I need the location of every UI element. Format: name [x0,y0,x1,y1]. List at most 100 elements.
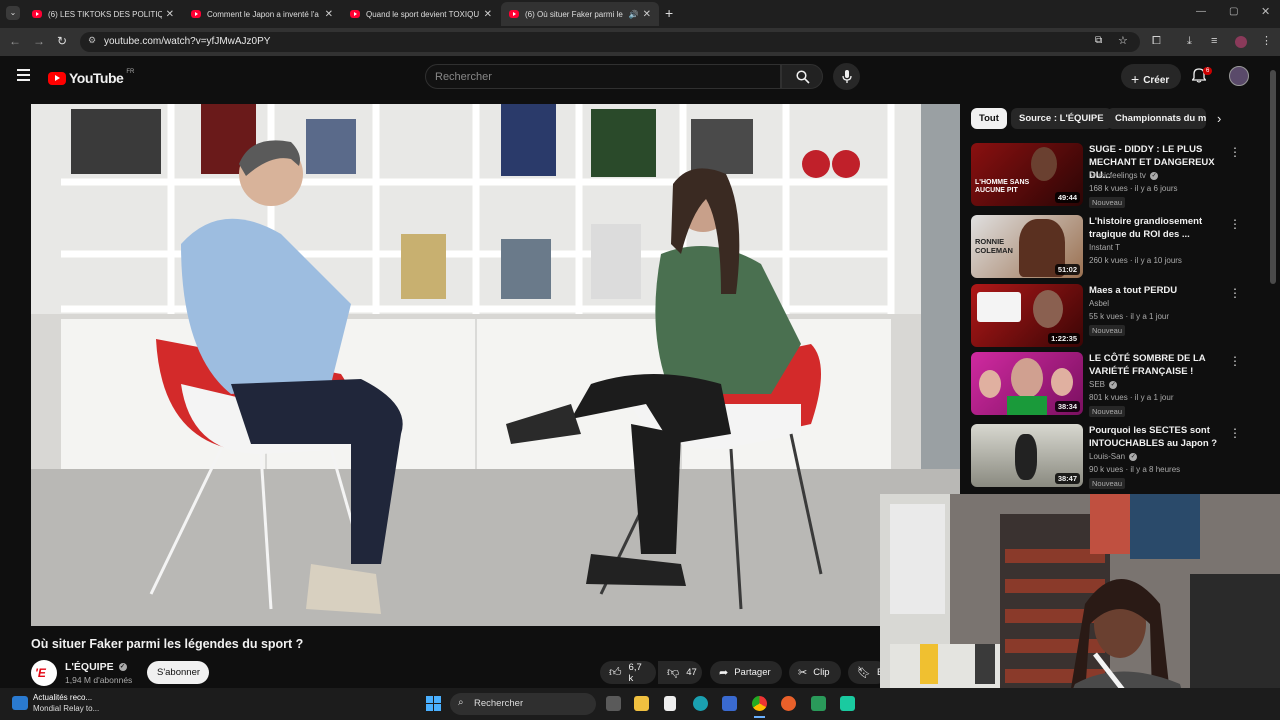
more-options-icon[interactable]: ⋮ [1229,217,1241,231]
thumbnail-shirt [1007,396,1047,415]
country-code: FR [126,69,135,75]
reload-icon[interactable]: ↻ [57,34,67,48]
recommendation-item[interactable]: 38:34 LE CÔTÉ SOMBRE DE LA VARIÉTÉ FRANÇ… [971,352,1251,417]
subscribe-button[interactable]: S'abonner [147,661,209,684]
search-button[interactable] [781,64,823,89]
youtube-favicon-icon [350,10,360,18]
like-button[interactable]: 👍︎ 6,7 k [600,661,656,684]
back-icon[interactable]: ← [9,34,21,48]
task-view-icon[interactable] [606,696,621,711]
close-tab-icon[interactable]: ✕ [325,9,333,20]
edge-icon[interactable] [693,696,708,711]
star-icon[interactable]: ☆ [1118,34,1128,47]
dislike-button[interactable]: 👎︎ 47 [658,661,702,684]
channel-text: Musicfeelings tv [1089,171,1146,180]
chip-source[interactable]: Source : L'ÉQUIPE [1011,108,1112,129]
youtube-logo[interactable]: YouTube FR [48,69,135,86]
youtube-favicon-icon [191,10,201,18]
start-button[interactable] [426,696,441,711]
active-app-indicator [754,716,765,718]
search-input[interactable]: Rechercher [425,64,781,89]
verified-icon: ✓ [118,663,127,672]
tab-3[interactable]: Quand le sport devient TOXIQU ✕ [342,2,500,26]
voice-search-button[interactable] [833,63,860,90]
download-icon[interactable]: ⤓ [1187,35,1192,48]
thumbnail-face [1011,358,1043,398]
reading-list-icon[interactable]: ≡ [1211,35,1217,47]
recommendation-channel: Musicfeelings tv ✓ [1089,171,1159,180]
recommendation-item[interactable]: RONNIE COLEMAN 51:02 L'histoire grandios… [971,215,1251,279]
extensions-icon[interactable]: ⧠ [1152,35,1161,48]
channel-text: SEB [1089,380,1106,389]
tab-title: Comment le Japon a inventé l'a [207,9,319,19]
more-options-icon[interactable]: ⋮ [1229,354,1241,368]
install-icon[interactable]: ⧉ [1095,35,1102,46]
thumbnail-face [1051,368,1073,396]
plus-icon: + [1131,71,1140,87]
new-tab-button[interactable]: + [665,5,673,21]
tab-1[interactable]: (6) LES TIKTOKS DES POLITIQUE ✕ [24,2,182,26]
youtube-favicon-icon [32,10,42,18]
taskbar-search-input[interactable]: ⌕ Rechercher [450,693,596,715]
duration: 38:47 [1054,473,1080,484]
store-icon[interactable] [722,696,737,711]
recommendation-meta: 801 k vues · il y a 1 jour [1089,393,1174,402]
start-icon-q3 [426,704,433,711]
document-icon[interactable] [664,696,676,711]
youtube-play-icon [48,71,66,85]
recommendation-channel: Instant T [1089,243,1120,252]
create-button[interactable]: + Créer [1121,64,1181,89]
audio-playing-icon[interactable]: 🔊 [629,10,639,19]
hamburger-menu-icon[interactable] [17,69,30,81]
chip-all[interactable]: Tout [971,108,1007,129]
recommendation-item[interactable]: 38:47 Pourquoi les SECTES sont INTOUCHAB… [971,424,1251,489]
close-tab-icon[interactable]: ✕ [643,9,651,20]
share-icon: ➦ [719,667,729,679]
chrome-icon[interactable] [752,696,767,711]
recommendation-item[interactable]: L'HOMME SANS AUCUNE PIT 49:44 SUGE - DID… [971,143,1251,208]
tab-2[interactable]: Comment le Japon a inventé l'a ✕ [183,2,341,26]
thumbnail-face [1033,290,1063,328]
firefox-icon[interactable] [781,696,796,711]
profile-icon[interactable] [1235,36,1247,48]
microphone-icon [841,69,852,83]
account-avatar[interactable] [1229,66,1249,86]
recommendation-channel: Louis-San ✓ [1089,452,1138,461]
video-player[interactable] [31,104,960,626]
weather-widget-icon[interactable] [12,696,28,710]
bookmark-icon: 🔖︎ [857,667,871,679]
tab-list-button[interactable]: ⌄ [6,6,20,20]
news-widget-title[interactable]: Actualités reco... [33,693,92,702]
close-tab-icon[interactable]: ✕ [166,9,174,20]
news-widget-subtitle: Mondial Relay to... [33,704,100,713]
maximize-button[interactable]: ▢ [1229,6,1238,17]
site-info-icon[interactable]: ⚙ [88,35,96,46]
close-tab-icon[interactable]: ✕ [484,9,492,20]
more-options-icon[interactable]: ⋮ [1229,426,1241,440]
recommendation-item[interactable]: 1:22:35 Maes a tout PERDU Asbel 55 k vue… [971,284,1251,348]
minimize-button[interactable]: — [1196,6,1206,17]
video-thumbnail: L'HOMME SANS AUCUNE PIT 49:44 [971,143,1083,206]
chip-championships[interactable]: Championnats du mo [1107,108,1206,129]
video-thumbnail: 38:47 [971,424,1083,487]
page-scrollbar[interactable] [1270,70,1276,284]
tab-4-active[interactable]: (6) Où situer Faker parmi le 🔊 ✕ [501,2,659,26]
like-count: 6,7 k [628,661,642,684]
recommendation-title: Pourquoi les SECTES sont INTOUCHABLES au… [1089,425,1218,449]
more-options-icon[interactable]: ⋮ [1229,286,1241,300]
thumbnail-tweet [977,292,1021,322]
app-icon[interactable] [811,696,826,711]
channel-name[interactable]: L'ÉQUIPE ✓ [65,661,127,673]
file-explorer-icon[interactable] [634,696,649,711]
channel-avatar[interactable]: 'E [31,660,57,686]
share-button[interactable]: ➦ Partager [710,661,782,684]
close-window-button[interactable]: ✕ [1261,5,1270,18]
more-options-icon[interactable]: ⋮ [1229,145,1241,159]
menu-icon[interactable]: ⋮ [1261,34,1272,47]
app-icon-2[interactable] [840,696,855,711]
forward-icon[interactable]: → [33,34,45,48]
webcam-feed [880,494,1280,720]
clip-button[interactable]: ✂ Clip [789,661,841,684]
chips-next-icon[interactable]: › [1217,111,1221,126]
address-bar[interactable]: ⚙ youtube.com/watch?v=yfJMwAJz0PY ⧉ ☆ [80,32,1140,52]
